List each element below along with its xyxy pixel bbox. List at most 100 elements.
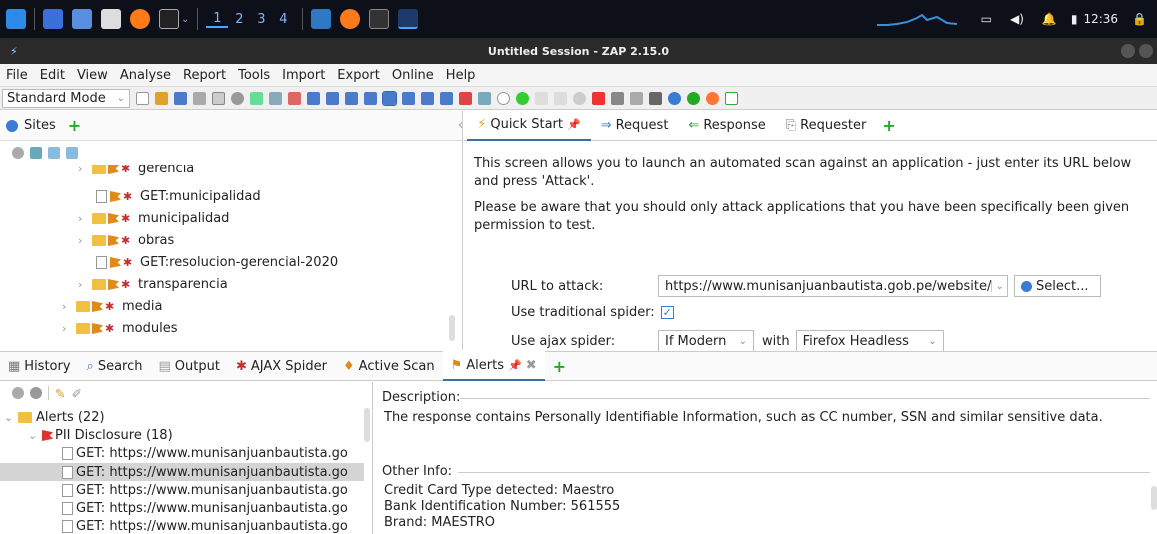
step-icon[interactable] xyxy=(535,91,548,105)
tab-active-scan[interactable]: ♦ Active Scan xyxy=(335,359,443,374)
layout-6-icon[interactable] xyxy=(345,91,358,105)
firefox-icon[interactable] xyxy=(130,9,150,29)
browser-icon[interactable] xyxy=(706,91,719,105)
alert-item[interactable]: GET: https://www.munisanjuanbautista.go xyxy=(62,446,348,461)
menu-file[interactable]: File xyxy=(0,68,34,83)
window-task-icon[interactable] xyxy=(369,9,390,29)
context-icon[interactable] xyxy=(212,91,225,105)
add-tab-icon[interactable]: + xyxy=(68,116,81,135)
workspace-1[interactable]: 1 xyxy=(206,11,229,28)
menu-report[interactable]: Report xyxy=(177,68,232,83)
tree-item[interactable]: › ✱ modules xyxy=(62,321,178,336)
layout-1-icon[interactable] xyxy=(250,91,263,105)
alert-item-selected[interactable]: GET: https://www.munisanjuanbautista.go xyxy=(0,463,364,481)
file-manager-icon[interactable] xyxy=(72,9,92,29)
pin-icon[interactable]: 📌 xyxy=(508,359,522,372)
drop-icon[interactable] xyxy=(573,91,586,105)
chevron-left-icon[interactable]: ‹ xyxy=(458,118,463,133)
tab-response[interactable]: ⇐ Response xyxy=(678,118,775,133)
menu-import[interactable]: Import xyxy=(276,68,331,83)
chevron-down-icon[interactable]: ⌄ xyxy=(28,429,42,442)
layout-8-icon[interactable] xyxy=(382,90,397,106)
break-icon[interactable] xyxy=(516,91,529,105)
menu-tools[interactable]: Tools xyxy=(232,68,276,83)
volume-icon[interactable]: ◀) xyxy=(1010,12,1024,26)
delete-icon[interactable]: ✐ xyxy=(71,386,81,401)
save-session-icon[interactable] xyxy=(174,91,187,105)
battery-icon[interactable]: ▮ xyxy=(1071,12,1078,26)
zap-task-icon[interactable] xyxy=(311,9,332,29)
layout-4-icon[interactable] xyxy=(307,91,320,105)
scrollbar[interactable] xyxy=(449,315,455,341)
chevron-down-icon[interactable]: ⌄ xyxy=(4,411,18,424)
open-session-icon[interactable] xyxy=(155,91,168,105)
delete-icon[interactable] xyxy=(592,91,605,105)
tab-search[interactable]: ⌕ Search xyxy=(79,359,151,374)
chevron-down-icon[interactable]: ⌄ xyxy=(181,14,189,25)
text-editor-icon[interactable] xyxy=(101,9,121,29)
add-tab-icon[interactable]: + xyxy=(882,116,895,135)
browser-select[interactable]: Firefox Headless ⌄ xyxy=(795,330,944,352)
export-icon[interactable] xyxy=(48,147,60,159)
layout-11-icon[interactable] xyxy=(440,91,453,105)
alert-group[interactable]: ⌄ PII Disclosure (18) xyxy=(28,428,173,443)
app-launcher-icon[interactable] xyxy=(6,9,26,29)
clock[interactable]: 12:36 xyxy=(1083,12,1118,26)
window-icon[interactable]: ▭ xyxy=(981,12,992,26)
tab-output[interactable]: ▤ Output xyxy=(151,359,228,374)
alert-item[interactable]: GET: https://www.munisanjuanbautista.go xyxy=(62,519,348,534)
green-circle-icon[interactable] xyxy=(687,91,700,105)
ajax-mode-select[interactable]: If Modern ⌄ xyxy=(658,330,754,352)
addon-icon[interactable] xyxy=(459,91,472,105)
monitor-icon[interactable] xyxy=(649,91,662,105)
layout-5-icon[interactable] xyxy=(326,91,339,105)
chevron-right-icon[interactable]: › xyxy=(78,278,92,291)
snapshot-icon[interactable] xyxy=(193,91,206,105)
menu-view[interactable]: View xyxy=(71,68,114,83)
firefox-task-icon[interactable] xyxy=(340,9,361,29)
close-icon[interactable]: ✖ xyxy=(526,358,537,373)
bell-icon[interactable]: 🔔 xyxy=(1042,12,1057,26)
tree-item[interactable]: › ✱ municipalidad xyxy=(78,211,229,226)
scope-icon[interactable] xyxy=(12,387,24,399)
tree-item[interactable]: › ✱ media xyxy=(62,299,163,314)
mode-select[interactable]: Standard Mode ⌄ xyxy=(2,88,130,108)
options-icon[interactable] xyxy=(231,91,244,105)
import-icon[interactable] xyxy=(66,147,78,159)
close-button[interactable] xyxy=(1139,44,1153,58)
filter-icon[interactable] xyxy=(30,147,42,159)
tree-item[interactable]: ✱ GET:municipalidad xyxy=(96,189,261,204)
add-tab-icon[interactable]: + xyxy=(553,357,566,376)
layout-7-icon[interactable] xyxy=(364,91,377,105)
url-input[interactable]: https://www.munisanjuanbautista.gob.pe/w… xyxy=(658,275,1008,297)
desktop-icon[interactable] xyxy=(43,9,63,29)
layout-9-icon[interactable] xyxy=(402,91,415,105)
script-icon[interactable] xyxy=(478,91,491,105)
chevron-right-icon[interactable]: › xyxy=(62,300,76,313)
new-session-icon[interactable] xyxy=(136,91,149,105)
tag-icon[interactable] xyxy=(630,91,643,105)
filter-icon[interactable] xyxy=(30,387,42,399)
layout-2-icon[interactable] xyxy=(269,91,282,105)
layout-10-icon[interactable] xyxy=(421,91,434,105)
menu-online[interactable]: Online xyxy=(386,68,440,83)
tab-quick-start[interactable]: ⚡ Quick Start 📌 xyxy=(467,111,591,141)
alert-item[interactable]: GET: https://www.munisanjuanbautista.go xyxy=(62,501,348,516)
minimize-button[interactable] xyxy=(1121,44,1135,58)
chevron-down-icon[interactable]: ⌄ xyxy=(991,280,1007,292)
workspace-3[interactable]: 3 xyxy=(250,12,272,27)
tab-sites[interactable]: Sites + xyxy=(0,111,462,141)
tab-ajax-spider[interactable]: ✱ AJAX Spider xyxy=(228,359,335,374)
tab-history[interactable]: ▦ History xyxy=(0,359,79,374)
menu-edit[interactable]: Edit xyxy=(34,68,71,83)
tree-item[interactable]: › ✱ transparencia xyxy=(78,277,228,292)
tab-alerts[interactable]: ⚑ Alerts 📌 ✖ xyxy=(442,351,545,381)
scrollbar[interactable] xyxy=(1151,486,1157,510)
edit-icon[interactable]: ✎ xyxy=(55,386,65,401)
box-icon[interactable] xyxy=(725,91,738,105)
workspace-4[interactable]: 4 xyxy=(272,12,294,27)
tree-item[interactable]: › ✱ gerencia xyxy=(78,165,194,176)
lock-icon[interactable]: 🔒 xyxy=(1132,12,1147,26)
tree-item[interactable]: ✱ GET:resolucion-gerencial-2020 xyxy=(96,255,338,270)
scope-icon[interactable] xyxy=(12,147,24,159)
